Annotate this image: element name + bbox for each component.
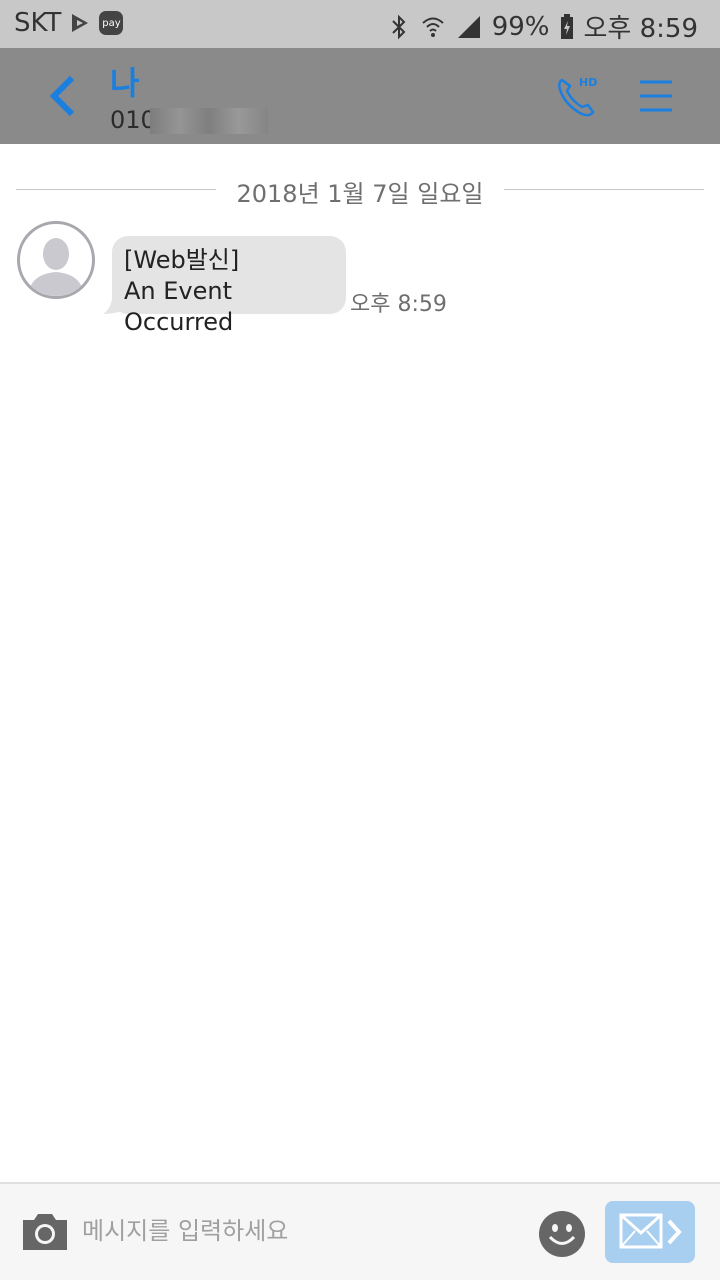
signal-icon bbox=[456, 14, 482, 40]
battery-percent: 99% bbox=[491, 11, 550, 42]
contact-number: 010 bbox=[110, 106, 156, 134]
conversation-header: 나 010 HD bbox=[0, 48, 720, 144]
contact-name: 나 bbox=[110, 64, 140, 102]
battery-charging-icon bbox=[560, 13, 574, 40]
message-input[interactable] bbox=[80, 1210, 524, 1252]
wifi-icon bbox=[420, 14, 446, 40]
status-bar-right: 99% 오후 8:59 bbox=[388, 8, 698, 45]
hd-call-button[interactable]: HD bbox=[552, 72, 602, 122]
contact-number-redacted bbox=[150, 108, 268, 134]
date-divider: 2018년 1월 7일 일요일 bbox=[16, 174, 704, 208]
send-envelope-icon bbox=[619, 1213, 682, 1249]
emoji-icon bbox=[539, 1211, 585, 1257]
sender-avatar[interactable] bbox=[17, 221, 95, 299]
message-input-bar bbox=[0, 1182, 720, 1280]
bluetooth-icon bbox=[388, 14, 410, 40]
carrier-label: SKT bbox=[14, 8, 62, 38]
hamburger-menu-icon bbox=[640, 80, 672, 112]
chevron-left-icon bbox=[49, 75, 75, 117]
camera-icon bbox=[23, 1214, 67, 1250]
message-bubble[interactable]: [Web발신] An Event Occurred bbox=[112, 236, 346, 336]
pay-icon: pay bbox=[99, 11, 124, 35]
camera-button[interactable] bbox=[20, 1210, 70, 1254]
status-bar-left: SKT pay bbox=[14, 8, 124, 38]
message-line-2: An Event Occurred bbox=[124, 277, 234, 336]
default-avatar-icon bbox=[28, 238, 84, 296]
back-button[interactable] bbox=[40, 70, 90, 122]
hd-call-icon: HD bbox=[558, 76, 597, 117]
play-store-icon bbox=[69, 12, 91, 34]
date-label: 2018년 1월 7일 일요일 bbox=[236, 180, 484, 208]
menu-button[interactable] bbox=[636, 74, 676, 118]
hd-badge: HD bbox=[579, 76, 597, 89]
message-time: 오후 8:59 bbox=[350, 292, 447, 317]
status-bar: SKT pay 99% 오후 8:59 bbox=[0, 0, 720, 48]
status-time: 오후 8:59 bbox=[583, 14, 699, 44]
message-line-1: [Web발신] bbox=[124, 246, 240, 274]
emoji-button[interactable] bbox=[538, 1210, 586, 1258]
divider-line-right bbox=[504, 189, 704, 190]
send-button[interactable] bbox=[605, 1201, 695, 1263]
